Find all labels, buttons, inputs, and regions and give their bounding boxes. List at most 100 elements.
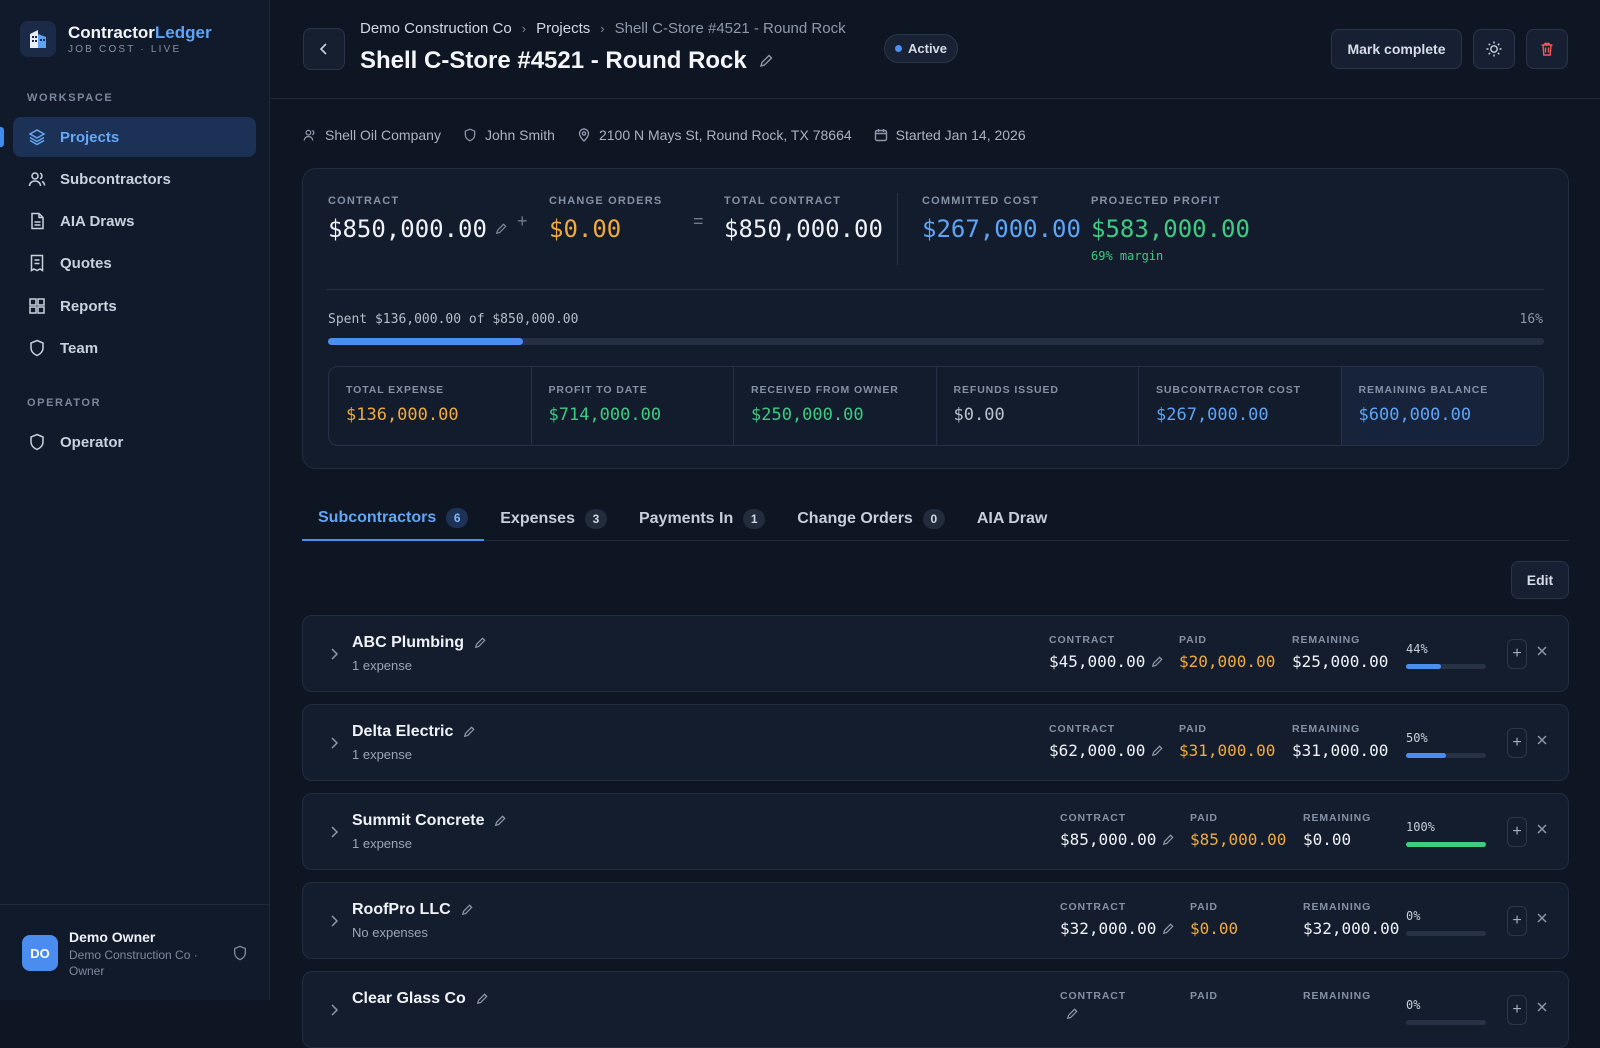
sidebar-item-projects[interactable]: Projects	[13, 117, 256, 157]
paid-value: $0.00	[1190, 919, 1239, 938]
workspace-section-label: WORKSPACE	[27, 92, 114, 104]
add-expense-button[interactable]: +	[1507, 639, 1527, 669]
edit-button[interactable]: Edit	[1511, 561, 1569, 599]
pencil-icon[interactable]	[463, 726, 475, 738]
pencil-icon[interactable]	[476, 993, 488, 1005]
divider	[897, 193, 898, 265]
subcontractor-row[interactable]: Delta Electric 1 expense CONTRACT $62,000.0…	[302, 704, 1569, 781]
pencil-icon[interactable]	[1151, 744, 1163, 757]
stat-value: $267,000.00	[1156, 405, 1269, 425]
equals-operator: =	[693, 211, 704, 231]
client-info: Shell Oil Company	[303, 127, 441, 143]
pencil-icon[interactable]	[1066, 1008, 1078, 1020]
sidebar-item-operator[interactable]: Operator	[13, 422, 256, 462]
pencil-icon[interactable]	[759, 54, 773, 68]
sidebar-item-subcontractors[interactable]: Subcontractors	[13, 159, 256, 199]
column-label: REMAINING	[1303, 990, 1372, 1002]
status-dot	[895, 45, 902, 52]
contract-amount: $62,000.00	[1049, 741, 1163, 760]
breadcrumb-current: Shell C-Store #4521 - Round Rock	[614, 20, 846, 37]
pencil-icon[interactable]	[461, 904, 473, 916]
chevron-right-icon[interactable]	[327, 647, 341, 661]
divider	[327, 289, 1544, 290]
shield-icon[interactable]	[232, 945, 248, 961]
tab-subcontractors[interactable]: Subcontractors 6	[302, 497, 485, 541]
paid-column: PAID $20,000.00	[1179, 634, 1275, 671]
project-title: Shell C-Store #4521 - Round Rock	[360, 47, 747, 74]
close-icon[interactable]	[1535, 1000, 1549, 1014]
breadcrumb-company[interactable]: Demo Construction Co	[360, 20, 512, 37]
back-button[interactable]	[303, 28, 345, 70]
pencil-icon[interactable]	[1162, 922, 1174, 935]
sidebar-item-reports[interactable]: Reports	[13, 286, 256, 326]
remaining-column: REMAINING $25,000.00	[1292, 634, 1388, 671]
project-address: 2100 N Mays St, Round Rock, TX 78664	[598, 127, 852, 143]
add-expense-button[interactable]: +	[1507, 728, 1527, 758]
close-icon[interactable]	[1535, 822, 1549, 836]
close-icon[interactable]	[1535, 911, 1549, 925]
kpi-label: TOTAL CONTRACT	[724, 195, 842, 207]
column-label: REMAINING	[1292, 723, 1361, 735]
subcontractor-row[interactable]: ABC Plumbing 1 expense CONTRACT $45,000.00 P…	[302, 615, 1569, 692]
tab-change-orders[interactable]: Change Orders 0	[781, 497, 961, 541]
column-label: PAID	[1190, 812, 1218, 824]
add-expense-button[interactable]: +	[1507, 817, 1527, 847]
paid-value: $31,000.00	[1179, 741, 1276, 760]
app-name: ContractorLedger	[68, 23, 212, 42]
theme-toggle-button[interactable]	[1473, 29, 1515, 69]
paid-column: PAID $85,000.00	[1190, 812, 1286, 849]
tab-expenses[interactable]: Expenses 3	[484, 497, 623, 541]
pencil-icon[interactable]	[495, 223, 507, 235]
client-name: Shell Oil Company	[325, 127, 441, 143]
chevron-right-icon[interactable]	[327, 1003, 341, 1017]
contract-value: $32,000.00	[1060, 919, 1157, 938]
chevron-right-icon[interactable]	[327, 825, 341, 839]
pencil-icon[interactable]	[1151, 655, 1163, 668]
tab-count: 3	[584, 509, 607, 529]
subcontractor-name: Summit Concrete	[352, 812, 507, 830]
tab-payments-in[interactable]: Payments In 1	[623, 497, 781, 541]
breadcrumb-projects[interactable]: Projects	[536, 20, 590, 37]
plus-icon: +	[1512, 1001, 1522, 1018]
tab-count: 6	[446, 508, 469, 528]
chevron-right-icon[interactable]	[327, 914, 341, 928]
spent-progress-bar	[328, 338, 1544, 345]
close-icon[interactable]	[1535, 644, 1549, 658]
kpi-label: CHANGE ORDERS	[549, 195, 663, 207]
sidebar-item-label: AIA Draws	[60, 212, 135, 230]
sidebar-item-aia-draws[interactable]: AIA Draws	[13, 201, 256, 241]
sidebar-item-quotes[interactable]: Quotes	[13, 243, 256, 283]
stat-received-from-owner: RECEIVED FROM OWNER $250,000.00	[734, 367, 937, 445]
paid-percent: 50%	[1406, 731, 1428, 745]
close-icon[interactable]	[1535, 733, 1549, 747]
subcontractor-name: RoofPro LLC	[352, 901, 473, 919]
tab-aia-draw[interactable]: AIA Draw	[961, 497, 1064, 541]
mark-complete-button[interactable]: Mark complete	[1331, 29, 1462, 69]
calendar-icon	[874, 129, 887, 142]
chevron-right-icon[interactable]	[327, 736, 341, 750]
paid-progress-bar	[1406, 753, 1486, 758]
delete-button[interactable]	[1526, 29, 1568, 69]
user-profile[interactable]: DO Demo Owner Demo Construction Co · Own…	[0, 904, 270, 1000]
paid-progress-fill	[1406, 664, 1442, 669]
subcontractor-name-text: ABC Plumbing	[352, 634, 464, 651]
subcontractor-row[interactable]: RoofPro LLC No expenses CONTRACT $32,000.00…	[302, 882, 1569, 959]
chevron-right-icon: ›	[600, 21, 605, 36]
contract-amount	[1060, 1008, 1126, 1020]
expense-count: 1 expense	[352, 836, 412, 851]
sidebar-item-team[interactable]: Team	[13, 328, 256, 368]
paid-progress-bar	[1406, 1020, 1486, 1025]
add-expense-button[interactable]: +	[1507, 906, 1527, 936]
paid-value: $20,000.00	[1179, 652, 1276, 671]
sidebar-item-label: Operator	[60, 433, 124, 451]
app-logo[interactable]: ContractorLedger JOB COST · LIVE	[20, 21, 212, 57]
pencil-icon[interactable]	[1162, 833, 1174, 846]
paid-column: PAID	[1190, 990, 1218, 1008]
committed-cost-kpi: COMMITTED COST $267,000.00	[922, 195, 1081, 243]
pencil-icon[interactable]	[494, 815, 507, 827]
tab-label: Payments In	[638, 510, 734, 527]
subcontractor-row[interactable]: Summit Concrete 1 expense CONTRACT $85,000.…	[302, 793, 1569, 870]
pencil-icon[interactable]	[474, 637, 486, 649]
subcontractor-row[interactable]: Clear Glass Co CONTRACT PAID REMAINING 0% +	[302, 971, 1569, 1048]
subcontractor-name-text: Clear Glass Co	[352, 990, 466, 1007]
